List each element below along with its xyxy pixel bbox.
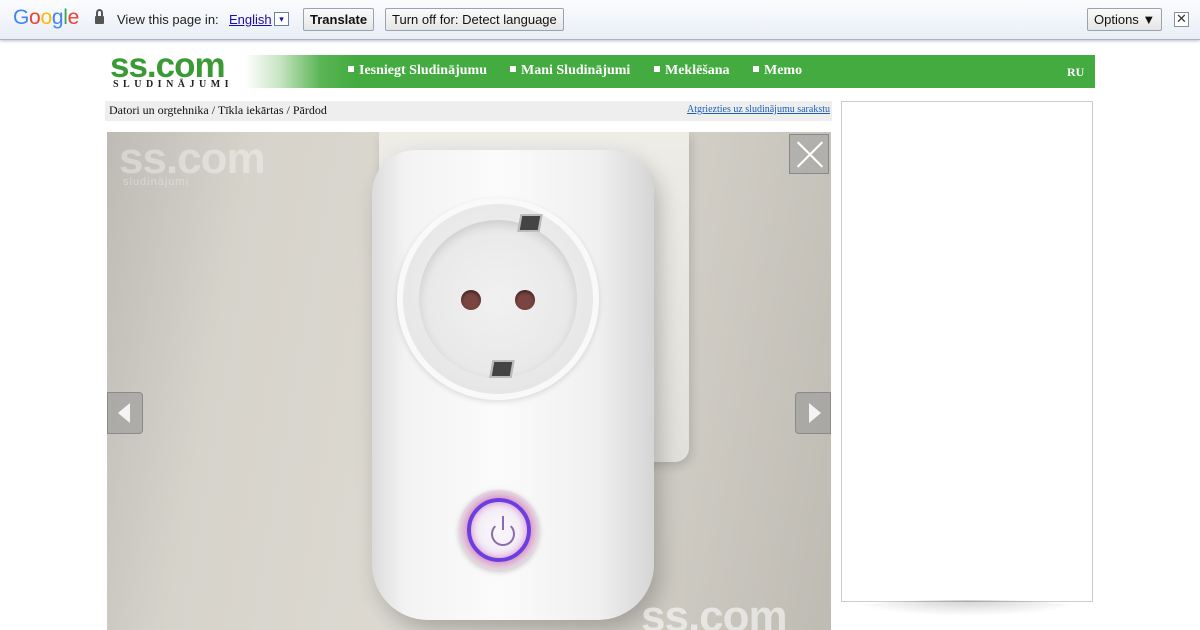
- translate-button[interactable]: Translate: [303, 8, 375, 31]
- lock-icon: [95, 9, 104, 25]
- nav-item-memo[interactable]: Memo: [753, 63, 802, 79]
- google-logo-letter: o: [40, 6, 52, 29]
- logo-sub-text: SLUDINĀJUMI: [113, 79, 234, 90]
- socket-pin-hole: [515, 290, 535, 310]
- back-to-list-link[interactable]: Atgriezties uz sludinājumu sarakstu: [687, 104, 830, 115]
- close-icon[interactable]: [789, 134, 829, 174]
- nav-item-submit-ad[interactable]: Iesniegt Sludinājumu: [348, 63, 487, 79]
- site-header: ss.com SLUDINĀJUMI Iesniegt Sludinājumu …: [105, 48, 1095, 90]
- ad-photo[interactable]: ss.com sludinājumi ss.com: [107, 132, 831, 630]
- nav-label: Memo: [764, 63, 803, 78]
- earth-clip: [489, 360, 515, 378]
- google-logo: Google: [13, 6, 79, 30]
- google-logo-letter: G: [13, 6, 30, 29]
- ad-panel-shadow: [851, 600, 1083, 616]
- bullet-icon: [753, 66, 759, 72]
- bullet-icon: [510, 66, 516, 72]
- translate-bar: Google View this page in: English ▾ Tran…: [0, 0, 1200, 40]
- translate-prompt: View this page in:: [117, 12, 219, 27]
- chevron-left-icon[interactable]: [107, 392, 143, 434]
- google-logo-letter: o: [29, 6, 41, 29]
- ad-panel: [841, 101, 1093, 602]
- watermark-top-sub: sludinājumi: [123, 176, 190, 188]
- nav-label: Mani Sludinājumi: [521, 63, 631, 78]
- nav-item-search[interactable]: Meklēšana: [654, 63, 730, 79]
- nav-label: Meklēšana: [665, 63, 730, 78]
- bullet-icon: [654, 66, 660, 72]
- socket-pin-hole: [461, 290, 481, 310]
- bullet-icon: [348, 66, 354, 72]
- options-button[interactable]: Options ▼: [1087, 8, 1163, 31]
- google-logo-letter: e: [67, 6, 80, 29]
- nav-item-my-ads[interactable]: Mani Sludinājumi: [510, 63, 630, 79]
- language-link[interactable]: English: [229, 12, 272, 27]
- turn-off-button[interactable]: Turn off for: Detect language: [385, 8, 564, 31]
- breadcrumb-bar: Datori un orgtehnika / Tīkla iekārtas / …: [105, 101, 832, 121]
- breadcrumb[interactable]: Datori un orgtehnika / Tīkla iekārtas / …: [109, 103, 327, 118]
- site-logo[interactable]: ss.com SLUDINĀJUMI: [110, 46, 240, 90]
- language-dropdown-icon[interactable]: ▾: [274, 12, 289, 26]
- socket: [397, 198, 599, 400]
- smart-plug: [372, 150, 654, 620]
- google-logo-letter: g: [51, 6, 64, 29]
- language-switch-ru[interactable]: RU: [1067, 65, 1084, 80]
- watermark-bottom: ss.com: [641, 592, 788, 630]
- power-button: [459, 490, 539, 570]
- chevron-right-icon[interactable]: [795, 392, 831, 434]
- earth-clip: [517, 214, 543, 232]
- close-icon[interactable]: ✕: [1174, 12, 1189, 27]
- nav-label: Iesniegt Sludinājumu: [359, 63, 487, 78]
- logo-main-text: ss.com: [110, 46, 226, 85]
